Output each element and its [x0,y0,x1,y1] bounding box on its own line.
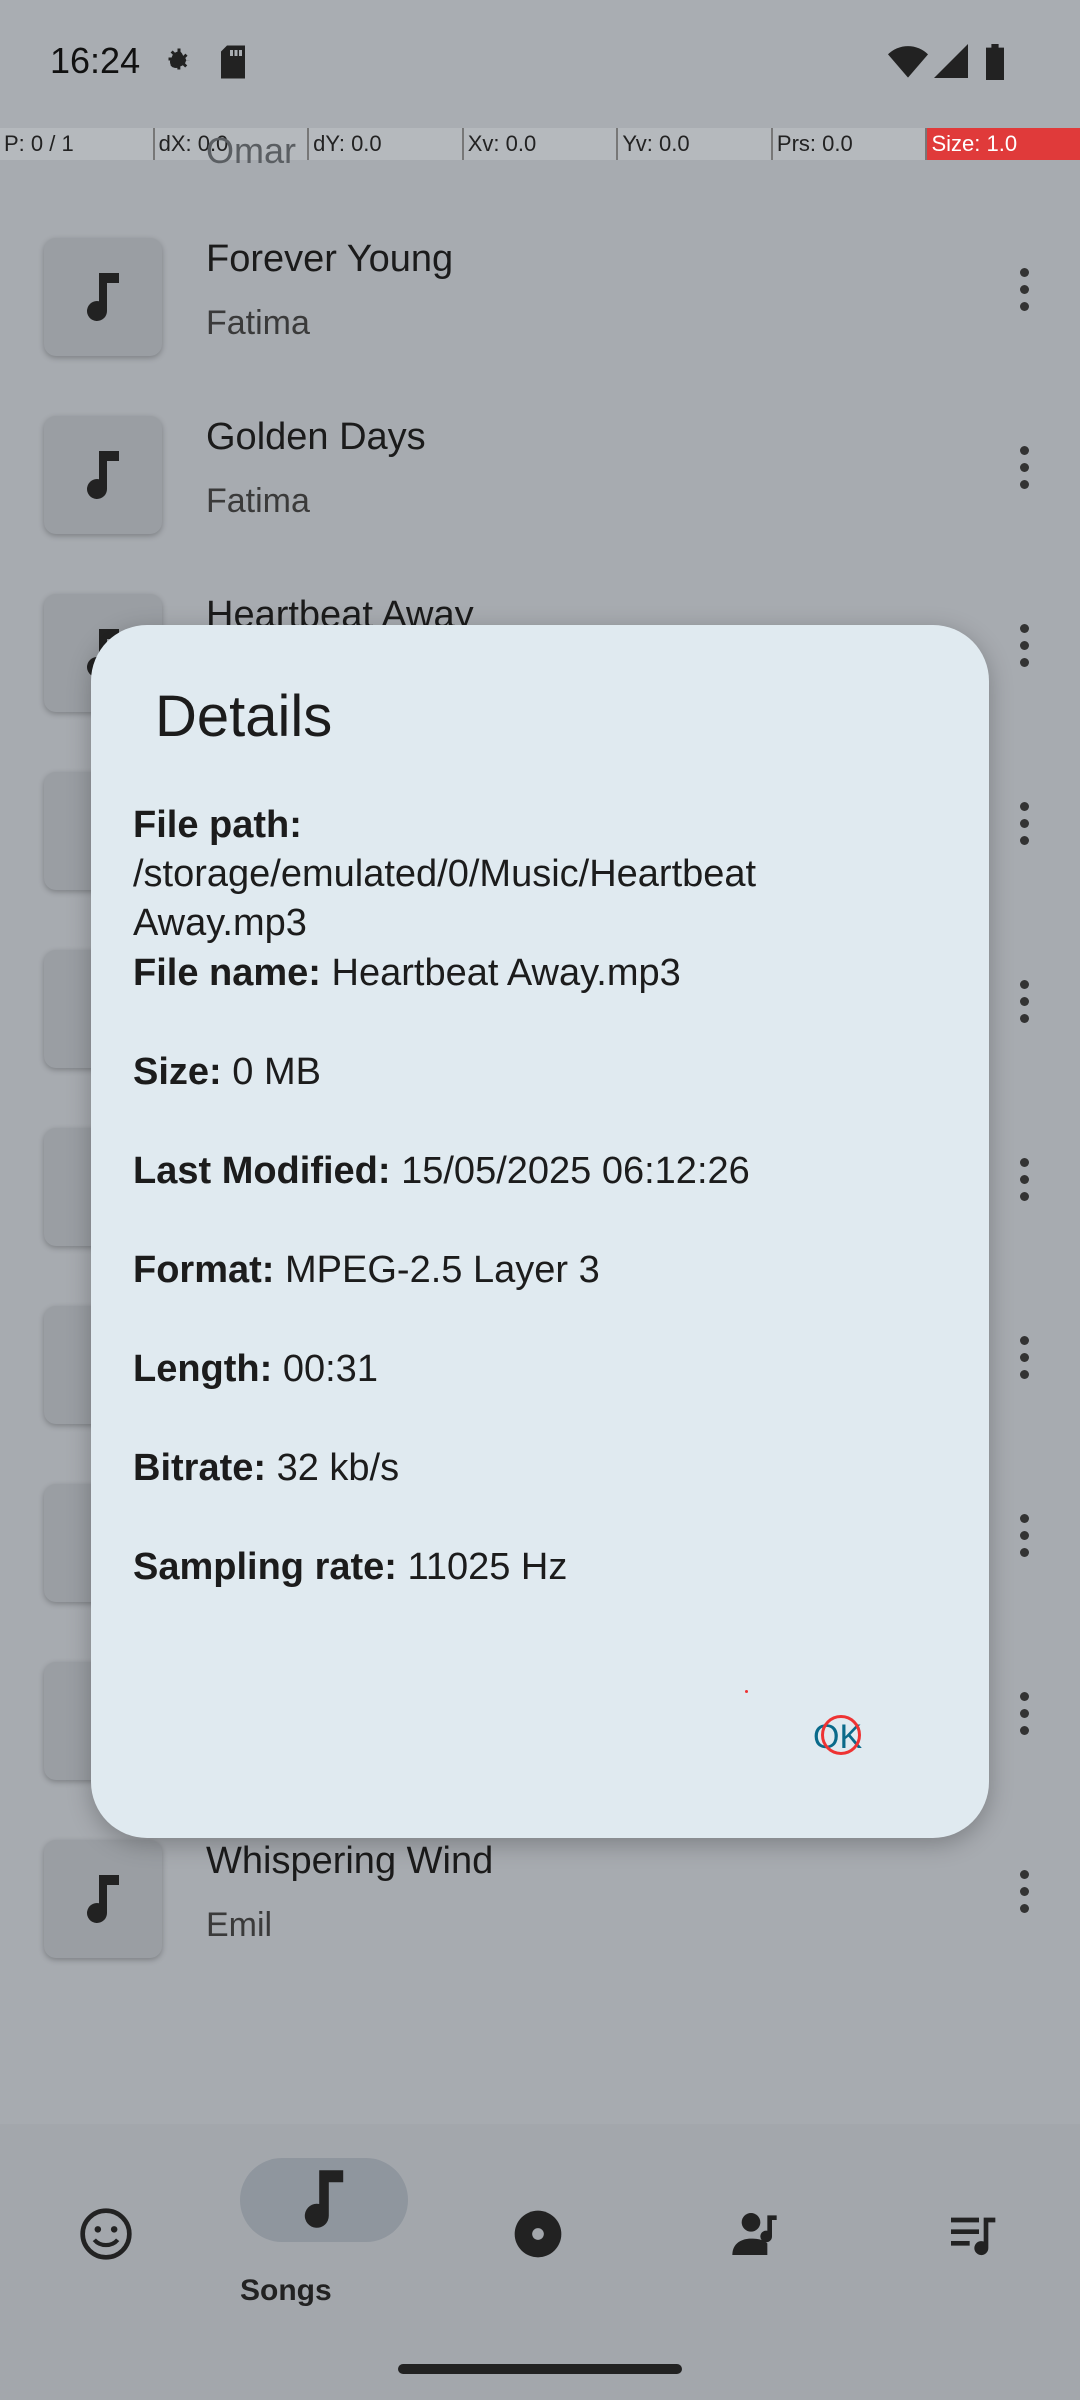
album-disc-icon[interactable] [510,2206,566,2262]
songs-music-note-icon[interactable] [300,2170,348,2228]
debug-dy: dY: 0.0 [309,128,464,160]
detail-length: Length: 00:31 [133,1345,913,1394]
music-note-icon [87,451,119,499]
status-bar: 16:24 [0,0,1080,128]
artists-person-icon[interactable] [730,2206,786,2262]
detail-sampling-rate: Sampling rate: 11025 Hz [133,1543,913,1592]
detail-label: File path: [133,804,302,846]
more-options-icon[interactable] [1018,624,1030,674]
detail-value: 0 MB [232,1051,321,1093]
detail-value: 15/05/2025 06:12:26 [401,1150,750,1192]
more-options-icon[interactable] [1018,1336,1030,1386]
more-options-icon[interactable] [1018,1692,1030,1742]
detail-label: Length: [133,1348,273,1390]
dialog-title: Details [155,684,333,749]
detail-value: Heartbeat Away.mp3 [331,952,681,994]
more-options-icon[interactable] [1018,802,1030,852]
detail-bitrate: Bitrate: 32 kb/s [133,1444,913,1493]
detail-label: File name: [133,952,321,994]
touch-trace-dot [745,1690,748,1693]
touch-indicator [821,1715,861,1755]
status-time: 16:24 [50,40,141,81]
bottom-navigation: Songs [0,2124,1080,2400]
pointer-debug-bar: P: 0 / 1 dX: 0.0 dY: 0.0 Xv: 0.0 Yv: 0.0… [0,128,1080,160]
song-row[interactable]: Forever Young Fatima [0,208,1080,386]
detail-value: 32 kb/s [276,1447,400,1489]
cell-signal-icon [934,44,968,78]
song-thumbnail [44,1840,162,1958]
detail-size: Size: 0 MB [133,1048,913,1097]
playlist-icon[interactable] [944,2206,1000,2262]
more-options-icon[interactable] [1018,1514,1030,1564]
song-title: Golden Days [206,416,426,458]
detail-value: 00:31 [282,1348,378,1390]
debug-prs: Prs: 0.0 [773,128,928,160]
more-options-icon[interactable] [1018,1158,1030,1208]
detail-label: Bitrate: [133,1447,267,1489]
song-title: Forever Young [206,238,454,280]
detail-file-path: File path: /storage/emulated/0/Music/Hea… [133,801,913,948]
detail-value: 11025 Hz [407,1546,568,1588]
music-note-icon [87,1875,119,1923]
more-options-icon[interactable] [1018,1870,1030,1920]
sd-card-icon [221,45,245,79]
detail-last-modified: Last Modified: 15/05/2025 06:12:26 [133,1147,913,1196]
detail-label: Sampling rate: [133,1546,397,1588]
detail-file-name: File name: Heartbeat Away.mp3 [133,949,913,998]
nav-songs-label[interactable]: Songs [240,2274,408,2308]
music-note-icon [87,273,119,321]
song-title: Whispering Wind [206,1840,494,1882]
artist-face-icon[interactable] [78,2206,134,2262]
debug-pointer: P: 0 / 1 [0,128,155,160]
song-row[interactable]: Golden Days Fatima [0,386,1080,564]
song-thumbnail [44,238,162,356]
song-artist: Emil [206,1906,273,1944]
detail-label: Size: [133,1051,222,1093]
detail-value: /storage/emulated/0/Music/Heartbeat Away… [133,853,757,944]
settings-gear-icon [168,48,190,70]
song-artist: Fatima [206,482,310,520]
details-dialog: Details File path: /storage/emulated/0/M… [91,625,989,1838]
detail-value: MPEG-2.5 Layer 3 [285,1249,600,1291]
detail-label: Format: [133,1249,275,1291]
debug-xv: Xv: 0.0 [464,128,619,160]
detail-format: Format: MPEG-2.5 Layer 3 [133,1246,913,1295]
debug-yv: Yv: 0.0 [618,128,773,160]
debug-size: Size: 1.0 [927,128,1080,160]
list-item-partial-artist: Omar [206,130,296,171]
wifi-icon [888,46,928,78]
more-options-icon[interactable] [1018,268,1030,318]
battery-icon [986,44,1004,80]
song-artist: Fatima [206,304,310,342]
detail-label: Last Modified: [133,1150,391,1192]
more-options-icon[interactable] [1018,446,1030,496]
more-options-icon[interactable] [1018,980,1030,1030]
song-thumbnail [44,416,162,534]
gesture-handle [398,2364,682,2374]
